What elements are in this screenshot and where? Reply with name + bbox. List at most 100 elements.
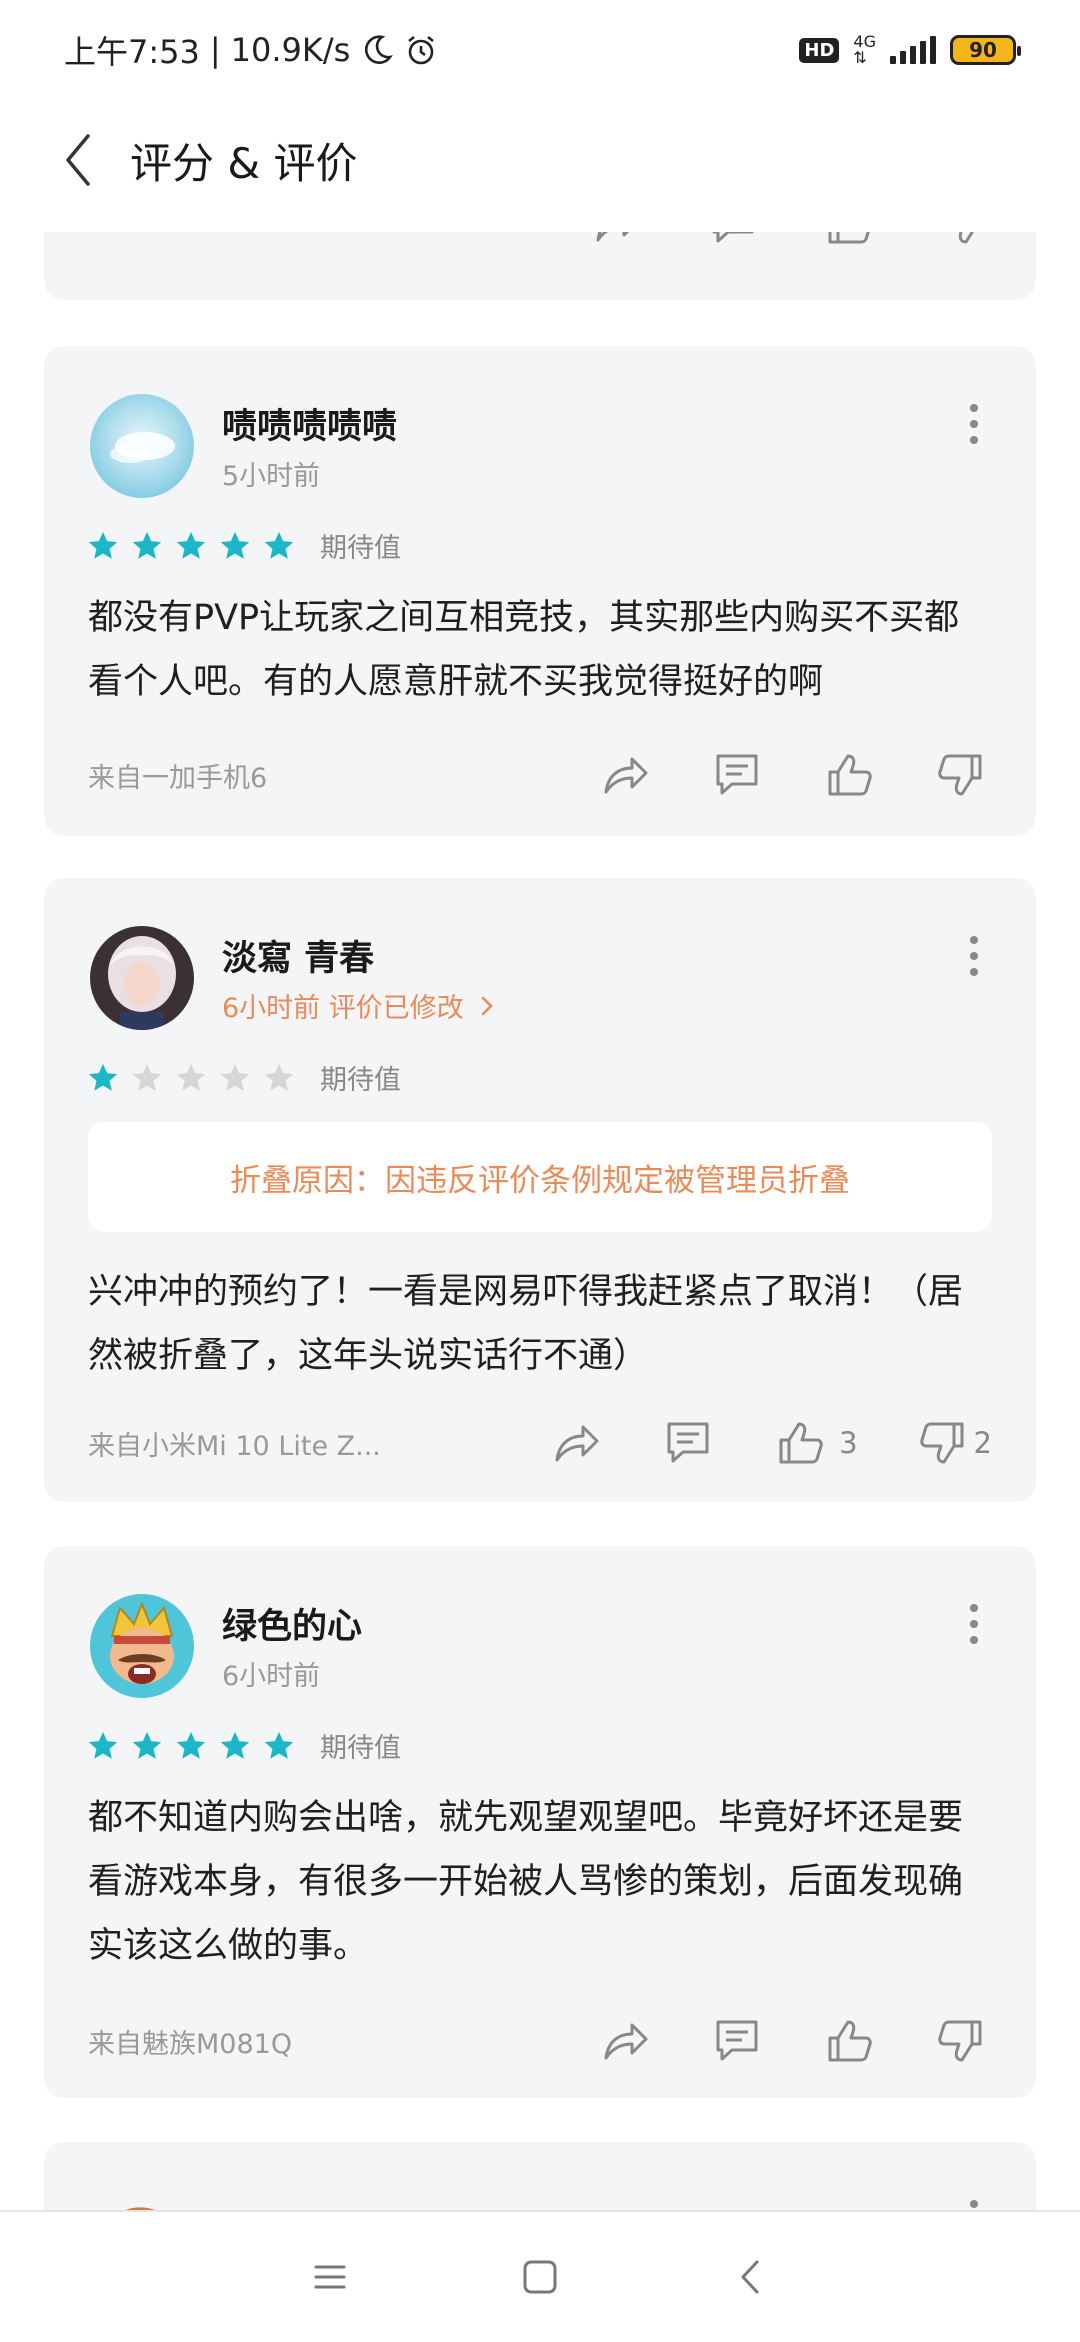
avatar[interactable] bbox=[90, 2184, 194, 2210]
network-speed: 10.9K/s bbox=[230, 31, 351, 69]
review-card: 啧啧啧啧啧 5小时前 期待值 都没有PVP让玩家之间互相竞技，其实那些内购买不买… bbox=[44, 346, 1036, 836]
thumbs-down-icon bbox=[919, 1422, 964, 1464]
star-icon bbox=[264, 531, 294, 559]
review-card: 绿色的心 6小时前 期待值 都不知道内购会出啥，就先观望观望吧。毕竟好坏还是要看… bbox=[44, 1546, 1036, 2098]
dislike-button[interactable] bbox=[934, 2014, 988, 2068]
comment-button[interactable] bbox=[710, 2014, 764, 2068]
comment-button[interactable] bbox=[661, 1416, 715, 1470]
review-card: 淡寫 青春 6小时前 评价已修改 期待值 折叠原因：因违反评价条例规定被管理员折… bbox=[44, 878, 1036, 1502]
avatar[interactable] bbox=[90, 1594, 194, 1698]
home-button[interactable] bbox=[510, 2247, 570, 2307]
fold-notice: 折叠原因：因违反评价条例规定被管理员折叠 bbox=[88, 1122, 992, 1232]
review-time: 6小时前 bbox=[222, 1661, 321, 1692]
review-actions: 3 2 bbox=[549, 1416, 992, 1470]
star-icon bbox=[88, 1063, 118, 1091]
review-actions bbox=[598, 748, 988, 802]
device-label: 来自一加手机6 bbox=[88, 762, 268, 794]
comment-button[interactable] bbox=[710, 748, 764, 802]
star-rating: 期待值 bbox=[86, 526, 401, 565]
menu-icon bbox=[314, 2265, 346, 2289]
rating-label: 期待值 bbox=[320, 1065, 401, 1096]
review-time-edited[interactable]: 6小时前 评价已修改 bbox=[222, 986, 496, 1025]
more-options-icon[interactable] bbox=[968, 1604, 980, 1644]
thumbs-up-icon[interactable] bbox=[822, 232, 876, 250]
page-title: 评分 & 评价 bbox=[130, 138, 358, 188]
hd-badge: HD bbox=[799, 37, 840, 63]
star-icon bbox=[88, 531, 118, 559]
moon-icon bbox=[365, 35, 394, 64]
star-icon bbox=[132, 1063, 162, 1091]
status-left: 上午7:53 | 10.9K/s bbox=[64, 27, 438, 73]
username[interactable]: 淡寫 青春 bbox=[222, 930, 374, 981]
star-icon bbox=[220, 531, 250, 559]
more-options-icon[interactable] bbox=[968, 2200, 980, 2210]
status-bar: 上午7:53 | 10.9K/s HD 4G ⇅ 90 bbox=[0, 0, 1080, 100]
more-options-icon[interactable] bbox=[968, 936, 980, 976]
app-header: 评分 & 评价 bbox=[0, 110, 1080, 210]
share-icon[interactable] bbox=[590, 232, 644, 250]
star-icon bbox=[176, 531, 206, 559]
review-text[interactable]: 兴冲冲的预约了！一看是网易吓得我赶紧点了取消！（居然被折叠了，这年头说实话行不通… bbox=[88, 1260, 992, 1388]
review-card-partial bbox=[44, 232, 1036, 300]
dislike-button[interactable] bbox=[934, 748, 988, 802]
like-button[interactable]: 3 bbox=[773, 1416, 858, 1470]
thumbs-up-icon bbox=[779, 1422, 823, 1464]
chevron-right-icon bbox=[482, 996, 494, 1016]
back-button[interactable] bbox=[62, 130, 102, 190]
network-type: 4G ⇅ bbox=[853, 34, 876, 66]
review-actions bbox=[598, 2014, 988, 2068]
back-triangle-icon bbox=[741, 2260, 759, 2294]
comment-icon[interactable] bbox=[706, 232, 760, 250]
star-rating: 期待值 bbox=[86, 1726, 401, 1765]
dislike-button[interactable]: 2 bbox=[916, 1416, 992, 1470]
review-time: 6小时前 评价已修改 bbox=[222, 993, 464, 1024]
review-text[interactable]: 都不知道内购会出啥，就先观望观望吧。毕竟好坏还是要看游戏本身，有很多一开始被人骂… bbox=[88, 1786, 992, 1978]
share-button[interactable] bbox=[598, 2014, 652, 2068]
review-footer: 来自一加手机6 bbox=[88, 740, 992, 810]
username[interactable]: 啧啧啧啧啧 bbox=[222, 398, 397, 449]
star-icon bbox=[132, 1731, 162, 1759]
star-icon bbox=[132, 531, 162, 559]
comment-icon bbox=[667, 1422, 709, 1463]
menu-button[interactable] bbox=[300, 2247, 360, 2307]
review-footer: 来自魅族M081Q bbox=[88, 2006, 992, 2076]
share-icon bbox=[555, 1425, 599, 1462]
share-icon bbox=[604, 757, 648, 794]
username[interactable]: 绿色的心 bbox=[222, 1598, 362, 1649]
partial-actions bbox=[590, 232, 992, 250]
system-back-button[interactable] bbox=[720, 2247, 780, 2307]
like-button[interactable] bbox=[822, 2014, 876, 2068]
rating-label: 期待值 bbox=[320, 533, 401, 564]
system-nav-bar bbox=[0, 2210, 1080, 2342]
star-icon bbox=[176, 1063, 206, 1091]
battery-level: 90 bbox=[969, 38, 997, 62]
star-icon bbox=[176, 1731, 206, 1759]
review-card-partial bbox=[44, 2142, 1036, 2210]
chevron-left-icon bbox=[66, 134, 90, 186]
review-time: 5小时前 bbox=[222, 461, 321, 492]
status-time: 上午7:53 bbox=[64, 33, 200, 71]
star-icon bbox=[88, 1731, 118, 1759]
avatar[interactable] bbox=[90, 394, 194, 498]
comment-icon bbox=[716, 754, 758, 795]
share-icon bbox=[604, 2023, 648, 2060]
signal-icon bbox=[890, 36, 936, 64]
avatar[interactable] bbox=[90, 926, 194, 1030]
like-button[interactable] bbox=[822, 748, 876, 802]
status-right: HD 4G ⇅ 90 bbox=[799, 34, 1021, 66]
star-icon bbox=[264, 1731, 294, 1759]
share-button[interactable] bbox=[598, 748, 652, 802]
review-footer: 来自小米Mi 10 Lite Z... 3 2 bbox=[88, 1408, 992, 1478]
review-text[interactable]: 都没有PVP让玩家之间互相竞技，其实那些内购买不买都看个人吧。有的人愿意肝就不买… bbox=[88, 586, 992, 714]
more-options-icon[interactable] bbox=[968, 404, 980, 444]
share-button[interactable] bbox=[549, 1416, 603, 1470]
reviews-list[interactable]: 啧啧啧啧啧 5小时前 期待值 都没有PVP让玩家之间互相竞技，其实那些内购买不买… bbox=[0, 232, 1080, 2210]
alarm-icon bbox=[408, 35, 435, 65]
star-icon bbox=[220, 1731, 250, 1759]
star-icon bbox=[220, 1063, 250, 1091]
star-icon bbox=[264, 1063, 294, 1091]
rating-label: 期待值 bbox=[320, 1733, 401, 1764]
thumbs-down-icon[interactable] bbox=[938, 232, 992, 250]
status-separator: | bbox=[209, 31, 221, 69]
thumbs-up-icon bbox=[828, 754, 872, 796]
